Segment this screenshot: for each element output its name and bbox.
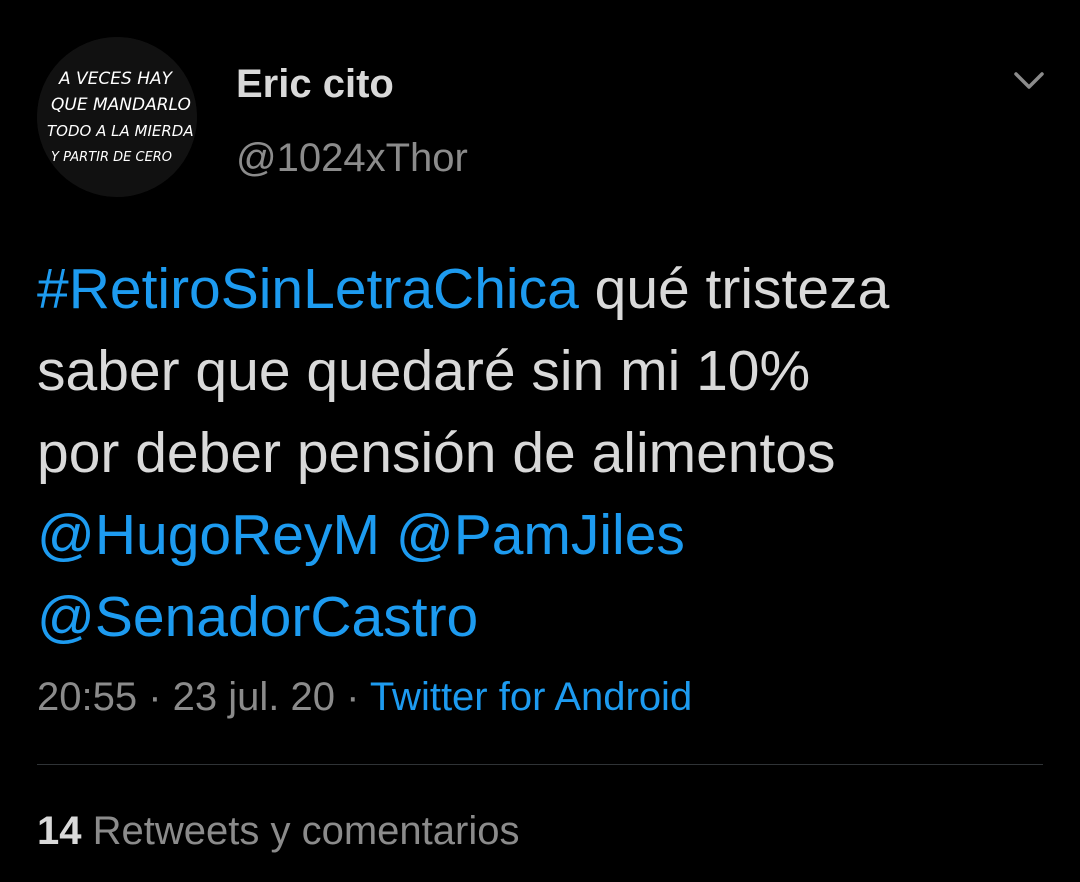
- chevron-down-icon: [1014, 72, 1044, 89]
- avatar-text-line-3: TODO A LA MIERDA: [47, 122, 194, 140]
- avatar-text-line-4: Y PARTIR DE CERO: [51, 150, 172, 165]
- tweet-line-5: @SenadorCastro: [37, 576, 1057, 658]
- tweet-meta: 20:55 · 23 jul. 20 · Twitter for Android: [37, 672, 692, 722]
- avatar-text-line-2: QUE MANDARLO: [51, 95, 191, 115]
- mention-link[interactable]: @HugoReyM: [37, 503, 380, 567]
- avatar-image: A VECES HAY QUE MANDARLO TODO A LA MIERD…: [37, 37, 197, 197]
- retweets-count: 14: [37, 809, 82, 853]
- tweet-time: 20:55: [37, 675, 138, 719]
- avatar-text-line-1: A VECES HAY: [58, 69, 174, 89]
- tweet-line-1: #RetiroSinLetraChica qué tristeza: [37, 248, 1057, 330]
- meta-separator: ·: [335, 675, 370, 719]
- tweet-menu-button[interactable]: [1004, 60, 1054, 100]
- meta-separator: ·: [137, 675, 173, 719]
- tweet-text-part: qué tristeza: [578, 257, 890, 321]
- hashtag-link[interactable]: #RetiroSinLetraChica: [37, 257, 579, 321]
- retweets-label: Retweets y comentarios: [81, 809, 520, 853]
- divider: [37, 764, 1043, 765]
- mention-link[interactable]: @PamJiles: [396, 503, 685, 567]
- user-handle[interactable]: @1024xThor: [236, 134, 468, 182]
- tweet-line-3: por deber pensión de alimentos: [37, 421, 836, 485]
- retweets-stat[interactable]: 14 Retweets y comentarios: [37, 806, 519, 856]
- tweet-line-2: saber que quedaré sin mi 10%: [37, 339, 811, 403]
- avatar[interactable]: A VECES HAY QUE MANDARLO TODO A LA MIERD…: [37, 37, 197, 197]
- tweet-line-4: @HugoReyM @PamJiles: [37, 494, 1057, 576]
- mention-link[interactable]: @SenadorCastro: [37, 585, 478, 649]
- tweet-date: 23 jul. 20: [172, 675, 335, 719]
- tweet-text: #RetiroSinLetraChica qué tristeza saber …: [37, 248, 1057, 658]
- display-name[interactable]: Eric cito: [236, 60, 394, 108]
- tweet-source-link[interactable]: Twitter for Android: [370, 675, 692, 719]
